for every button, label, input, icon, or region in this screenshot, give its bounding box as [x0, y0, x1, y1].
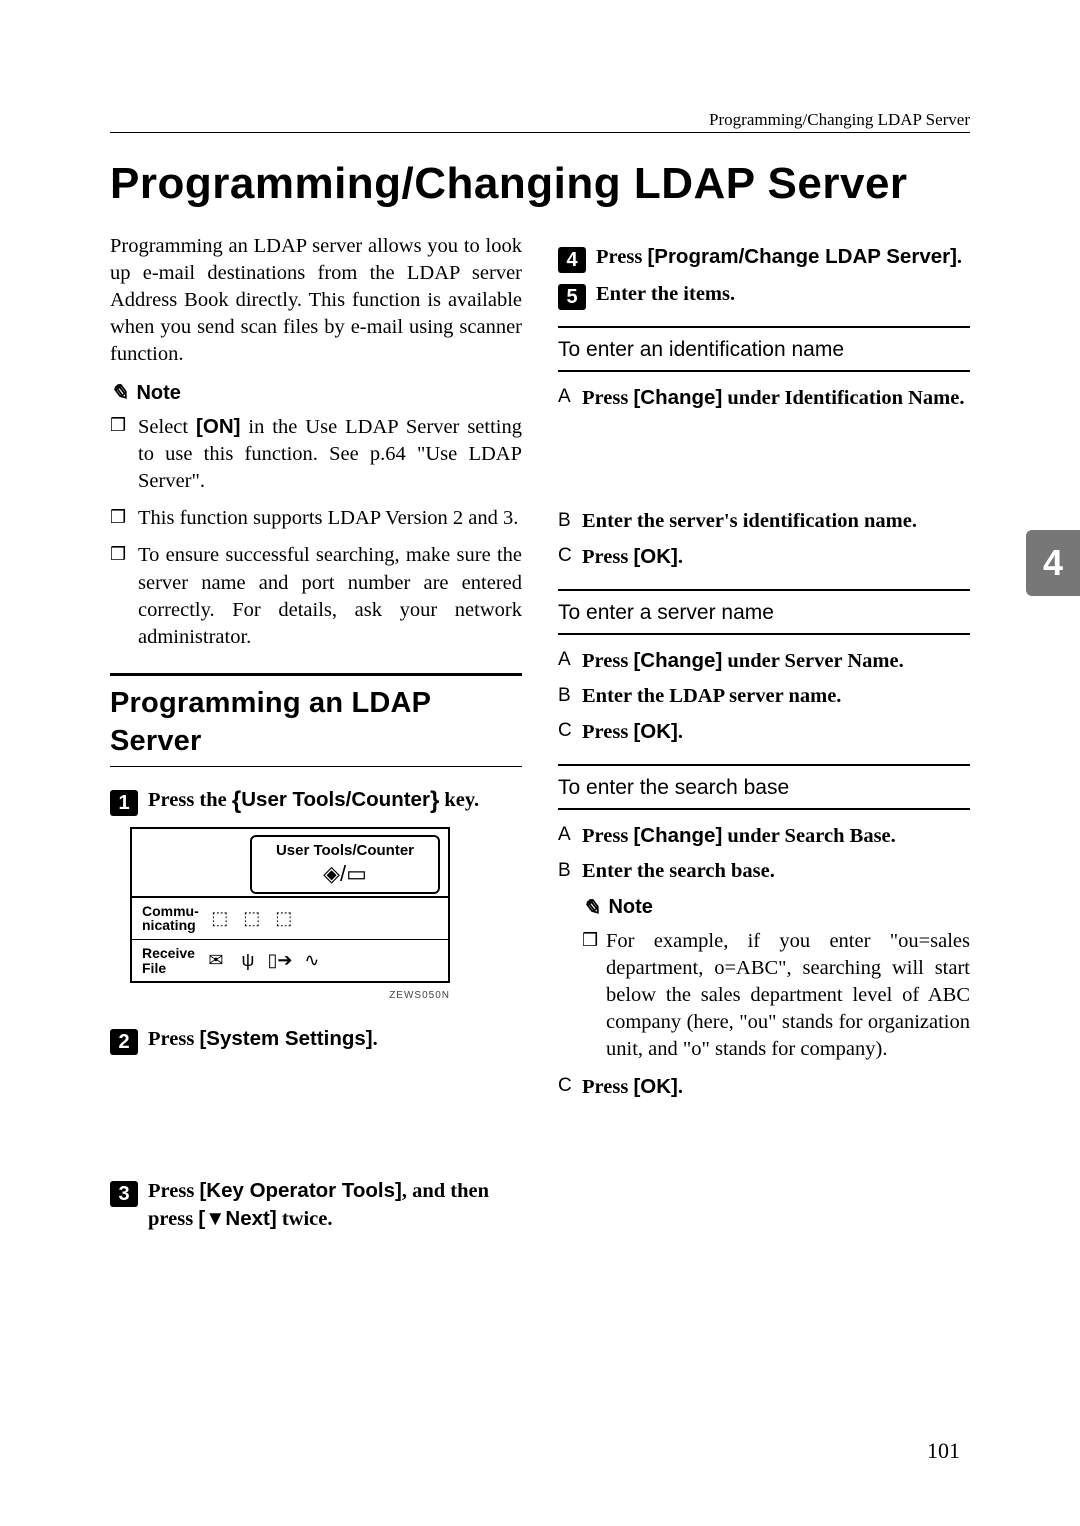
tray-icon: ⬚	[241, 907, 263, 929]
intro-paragraph: Programming an LDAP server allows you to…	[110, 233, 522, 368]
note-heading: ✎ Note	[110, 378, 522, 407]
ok-label: [OK]	[633, 1075, 677, 1098]
mail-icon: ✉	[205, 950, 227, 972]
tray-icon: ⬚	[273, 907, 295, 929]
subsection-heading: To enter a server name	[558, 589, 970, 635]
note-item: For example, if you enter "ou=sales depa…	[606, 928, 970, 1063]
note-item: This function supports LDAP Version 2 an…	[138, 505, 522, 532]
step-number-icon: 4	[558, 247, 586, 273]
screenshot-placeholder	[110, 1059, 522, 1147]
program-change-ldap-label: [Program/Change LDAP Server]	[647, 245, 956, 268]
substep: APress [Change] under Search Base.	[582, 822, 970, 850]
usb-icon: ψ	[237, 950, 259, 972]
control-panel-figure: User Tools/Counter ◈/▭ Commu- nicating ⬚…	[130, 827, 450, 984]
page-number: 101	[927, 1438, 960, 1464]
note-heading-text: Note	[608, 894, 652, 920]
receive-file-label: Receive File	[142, 946, 195, 975]
pencil-icon: ✎	[110, 378, 128, 407]
step-1: 1 Press the {User Tools/Counter} key.	[110, 785, 522, 817]
right-column: 4 Press [Program/Change LDAP Server]. 5 …	[558, 233, 970, 1239]
substep: CPress [OK].	[582, 543, 970, 571]
chapter-tab: 4	[1026, 530, 1080, 596]
note-item: To ensure successful searching, make sur…	[138, 542, 522, 650]
tray-icon: ⬚	[209, 907, 231, 929]
note-heading: ✎ Note	[582, 893, 970, 922]
diamond-counter-icon: ◈/▭	[323, 861, 367, 886]
header-rule	[110, 132, 970, 133]
step-4: 4 Press [Program/Change LDAP Server].	[558, 243, 970, 271]
substep: APress [Change] under Server Name.	[582, 647, 970, 675]
substep: APress [Change] under Identification Nam…	[582, 384, 970, 412]
step-2: 2 Press [System Settings].	[110, 1025, 522, 1053]
user-tools-counter-key: User Tools/Counter	[241, 788, 430, 811]
ok-label: [OK]	[633, 720, 677, 743]
note-heading-text: Note	[136, 380, 180, 406]
communicating-label: Commu- nicating	[142, 904, 199, 933]
step-3: 3 Press [Key Operator Tools], and then p…	[110, 1177, 522, 1233]
substep: BEnter the server's identification name.	[582, 508, 970, 535]
figure-code: ZEWS050N	[130, 989, 450, 1002]
substep: CPress [OK].	[582, 718, 970, 746]
step-number-icon: 5	[558, 284, 586, 310]
ok-label: [OK]	[633, 545, 677, 568]
subsection-heading: To enter an identification name	[558, 326, 970, 372]
substep: BEnter the LDAP server name.	[582, 683, 970, 710]
note-item: Select [ON] in the Use LDAP Server setti…	[138, 413, 522, 495]
change-label: [Change]	[633, 649, 722, 672]
subsection-heading: To enter the search base	[558, 764, 970, 810]
page-title: Programming/Changing LDAP Server	[110, 159, 970, 209]
change-label: [Change]	[633, 386, 722, 409]
user-tools-counter-button: User Tools/Counter ◈/▭	[250, 835, 440, 894]
running-head: Programming/Changing LDAP Server	[110, 110, 970, 130]
doc-arrow-icon: ▯➔	[269, 950, 291, 972]
left-column: Programming an LDAP server allows you to…	[110, 233, 522, 1239]
change-label: [Change]	[633, 824, 722, 847]
key-operator-tools-label: [Key Operator Tools]	[199, 1179, 401, 1202]
screenshot-placeholder	[558, 420, 970, 508]
section-heading: Programming an LDAP Server	[110, 673, 522, 768]
step-5: 5 Enter the items.	[558, 281, 970, 308]
activity-icon: ∿	[301, 950, 323, 972]
step-number-icon: 3	[110, 1181, 138, 1207]
substep: CPress [OK].	[582, 1073, 970, 1101]
next-label: [▼Next]	[198, 1207, 276, 1230]
step-number-icon: 1	[110, 790, 138, 816]
substep: BEnter the search base.	[582, 858, 970, 885]
pencil-icon: ✎	[582, 893, 600, 922]
system-settings-label: [System Settings]	[199, 1027, 372, 1050]
step-number-icon: 2	[110, 1029, 138, 1055]
on-label: [ON]	[196, 415, 240, 438]
